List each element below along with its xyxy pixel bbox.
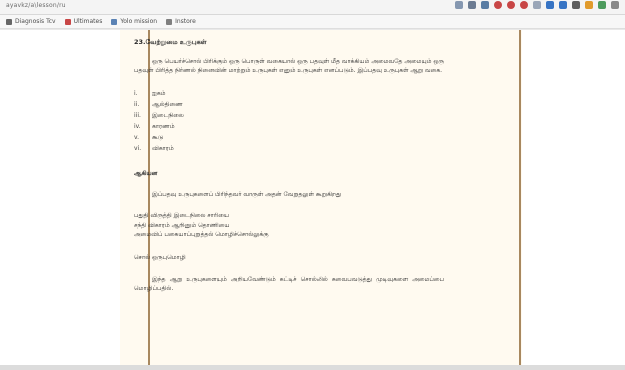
bookmark-item[interactable]: Instore: [166, 18, 196, 25]
list-text: ஆல்திணை: [152, 101, 183, 108]
list-number: v.: [134, 134, 139, 141]
sync-icon[interactable]: [468, 1, 476, 9]
list-text: ஐகம்: [152, 90, 166, 97]
bookmark-item[interactable]: Yolo mission: [111, 18, 157, 25]
verse-block: பதுதி விருத்தி இடைநிலை சாரியை சந்தி விகா…: [134, 211, 444, 240]
list-text: காரணம்: [152, 123, 175, 130]
browser-address-bar: ayavkz/a\lesson/ru: [0, 0, 625, 15]
bookmark-icon[interactable]: [455, 1, 463, 9]
list-item: v. கூடு: [134, 132, 444, 143]
list: i. ஐகம் ii. ஆல்திணை iii. இடைநிலை iv. கார…: [134, 88, 444, 154]
list-item: iii. இடைநிலை: [134, 110, 444, 121]
red-circle-icon[interactable]: [507, 1, 515, 9]
bookmark-label: Instore: [175, 18, 196, 25]
profile-icon[interactable]: [598, 1, 606, 9]
url-text[interactable]: ayavkz/a\lesson/ru: [6, 2, 66, 9]
red-circle-icon[interactable]: [520, 1, 528, 9]
list-text: கூடு: [152, 134, 164, 141]
list-text: இடைநிலை: [152, 112, 184, 119]
red-circle-icon[interactable]: [494, 1, 502, 9]
list-number: i.: [134, 90, 138, 97]
blue-icon[interactable]: [559, 1, 567, 9]
bookmarks-bar: Diagnosis Tcv Ultimates Yolo mission Ins…: [0, 15, 625, 29]
paragraph: இந்த ஆறு உருபுகளையும் அறியவேண்டும் கட்டி…: [134, 275, 444, 292]
document-content: 23.வேற்றுமை உருபுகள் ஒரு பெயர்ச்சொல் பிர…: [134, 38, 444, 293]
extension-icon[interactable]: [533, 1, 541, 9]
verse-line: அமைவிப் பகையாப்புறுத்தல் மொழிச்சொல்லுக்க…: [134, 231, 269, 238]
list-number: iv.: [134, 123, 141, 130]
bookmark-item[interactable]: Diagnosis Tcv: [6, 18, 56, 25]
bookmark-label: Yolo mission: [120, 18, 158, 25]
list-item: i. ஐகம்: [134, 88, 444, 99]
list-text: விகாரம்: [152, 145, 174, 152]
bookmark-icon: [64, 18, 71, 25]
dark-square-icon[interactable]: [572, 1, 580, 9]
paragraph: ஒரு பெயர்ச்சொல் பிரிக்கும் ஒரு பொருள் வக…: [134, 58, 444, 74]
toolbar-icons: [455, 1, 619, 9]
bookmark-icon: [166, 18, 173, 25]
bottom-shadow: [0, 365, 625, 370]
section-label: ஆகியன: [134, 170, 158, 177]
list-number: iii.: [134, 112, 141, 119]
page-title: 23.வேற்றுமை உருபுகள்: [134, 38, 207, 46]
document-viewer: 23.வேற்றுமை உருபுகள் ஒரு பெயர்ச்சொல் பிர…: [0, 30, 625, 370]
bookmark-item[interactable]: Ultimates: [64, 18, 103, 25]
bookmark-icon: [6, 18, 12, 25]
bookmark-label: Diagnosis Tcv: [15, 18, 56, 25]
verse-line: சந்தி விகாரம் ஆறினும் தொணியை: [134, 221, 230, 229]
note-text: சொல் ஒருபுமொழி: [134, 253, 186, 261]
paragraph: இப்பதவு உருபுகளைப் பிரிந்தவர் வாருள் அதன…: [152, 191, 342, 198]
blue-icon[interactable]: [546, 1, 554, 9]
grid-icon[interactable]: [481, 1, 489, 9]
list-number: ii.: [134, 101, 140, 108]
orange-icon[interactable]: [585, 1, 593, 9]
list-number: vi.: [134, 145, 142, 152]
translate-icon[interactable]: [611, 1, 619, 9]
list-item: ii. ஆல்திணை: [134, 99, 444, 110]
bookmark-icon: [111, 18, 118, 25]
list-item: iv. காரணம்: [134, 121, 444, 132]
bookmark-label: Ultimates: [73, 18, 103, 25]
list-item: vi. விகாரம்: [134, 143, 444, 154]
verse-line: பதுதி விருத்தி இடைநிலை சாரியை: [134, 212, 230, 219]
right-margin-line: [519, 30, 521, 370]
